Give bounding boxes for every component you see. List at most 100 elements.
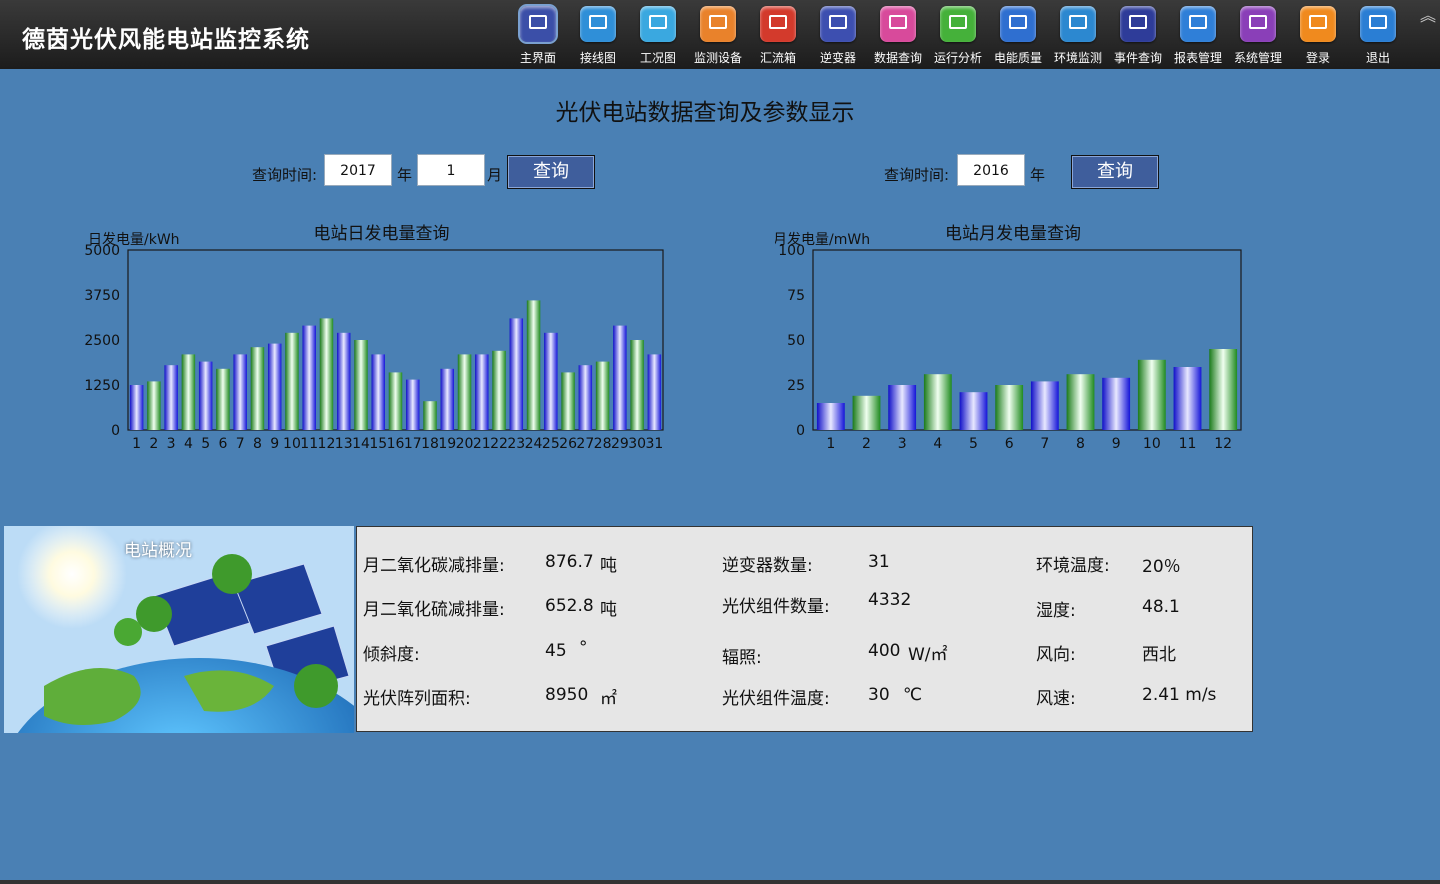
bar-10 xyxy=(1137,359,1166,430)
x-tick-label: 7 xyxy=(236,436,245,452)
nav-item-monitor-device[interactable]: 监测设备 xyxy=(688,2,748,68)
combiner-box-icon xyxy=(760,6,796,42)
x-tick-label: 14 xyxy=(352,436,370,452)
x-tick-label: 11 xyxy=(300,436,318,452)
bar-28 xyxy=(595,361,610,430)
x-tick-label: 3 xyxy=(167,436,176,452)
so2-label: 月二氧化硫减排量: xyxy=(363,600,505,620)
bar-6 xyxy=(216,368,230,430)
nav-item-event-query[interactable]: 事件查询 xyxy=(1108,2,1168,68)
event-query-icon xyxy=(1120,6,1156,42)
nav-item-report[interactable]: 报表管理 xyxy=(1168,2,1228,68)
area-value: 8950 xyxy=(545,685,589,705)
daily-year-unit: 年 xyxy=(397,166,413,184)
nav-item-environment[interactable]: 环境监测 xyxy=(1048,2,1108,68)
bottom-strip xyxy=(0,880,1440,884)
daily-query-label: 查询时间: xyxy=(252,166,318,184)
data-query-icon xyxy=(880,6,916,42)
humidity-label: 湿度: xyxy=(1036,601,1076,621)
daily-year-input[interactable]: 2017 xyxy=(324,154,392,186)
y-tick-label: 3750 xyxy=(84,288,120,304)
x-tick-label: 21 xyxy=(473,436,491,452)
bar-25 xyxy=(544,332,558,430)
bar-12 xyxy=(319,318,334,430)
bar-12 xyxy=(1209,349,1238,430)
nav-item-main-screen[interactable]: 主界面 xyxy=(508,2,568,68)
nav-item-logout[interactable]: 退出 xyxy=(1348,2,1408,68)
monthly-generation-chart: 电站月发电量查询月发电量/mWh02550751001 2 3 4 5 6 7 8 9 10 11 1… xyxy=(775,224,1242,452)
nav-item-combiner-box[interactable]: 汇流箱 xyxy=(748,2,808,68)
x-tick-label: 30 xyxy=(628,436,646,452)
run-analysis-icon xyxy=(940,6,976,42)
bar-30 xyxy=(630,340,644,430)
bar-20 xyxy=(457,354,472,430)
nav-item-run-analysis[interactable]: 运行分析 xyxy=(928,2,988,68)
y-tick-label: 25 xyxy=(787,378,805,394)
condition-icon xyxy=(640,6,676,42)
y-tick-label: 0 xyxy=(111,423,120,439)
bar-22 xyxy=(492,350,506,430)
nav-item-condition[interactable]: 工况图 xyxy=(628,2,688,68)
bar-9 xyxy=(1102,377,1131,430)
co2-unit: 吨 xyxy=(600,556,617,576)
x-tick-label: 9 xyxy=(1112,436,1121,452)
nav-item-power-quality[interactable]: 电能质量 xyxy=(988,2,1048,68)
x-tick-label: 5 xyxy=(969,436,978,452)
nav-item-wiring[interactable]: 接线图 xyxy=(568,2,628,68)
stats-panel: 月二氧化碳减排量: 876.7 吨 月二氧化硫减排量: 652.8 吨 倾斜度:… xyxy=(356,526,1253,732)
monitor-device-icon xyxy=(700,6,736,42)
bar-2 xyxy=(147,381,161,430)
monthly-year-input[interactable]: 2016 xyxy=(957,154,1025,186)
modules-label: 光伏组件数量: xyxy=(722,597,830,617)
collapse-chevron-icon[interactable]: ︽ xyxy=(1420,2,1436,26)
app-title: 德茵光伏风能电站监控系统 xyxy=(22,27,310,53)
nav-label: 退出 xyxy=(1365,51,1390,65)
co2-value: 876.7 xyxy=(545,552,594,572)
top-bar: 德茵光伏风能电站监控系统 主界面 接线图 工况图 监测设备 汇流箱 逆变器 数据查询 运行分析… xyxy=(0,0,1440,69)
irradiance-value: 400 xyxy=(868,641,901,661)
x-tick-label: 7 xyxy=(1040,436,1049,452)
x-tick-label: 20 xyxy=(456,436,474,452)
daily-query-button[interactable]: 查询 xyxy=(507,155,595,189)
module-temp-value: 30 xyxy=(868,685,890,705)
bar-4 xyxy=(923,374,952,430)
inverters-value: 31 xyxy=(868,552,890,572)
bar-24 xyxy=(526,300,541,430)
y-tick-label: 0 xyxy=(796,423,805,439)
monthly-query-button[interactable]: 查询 xyxy=(1071,155,1159,189)
inverter-icon xyxy=(820,6,856,42)
system-settings-icon xyxy=(1240,6,1276,42)
bar-7 xyxy=(233,354,247,430)
nav-item-login[interactable]: 登录 xyxy=(1288,2,1348,68)
page-title: 光伏电站数据查询及参数显示 xyxy=(555,100,855,126)
bar-11 xyxy=(302,325,316,430)
nav-item-data-query[interactable]: 数据查询 xyxy=(868,2,928,68)
nav-item-system-settings[interactable]: 系统管理 xyxy=(1228,2,1288,68)
daily-month-unit: 月 xyxy=(487,166,503,184)
bar-3 xyxy=(888,385,917,430)
x-tick-label: 22 xyxy=(490,436,508,452)
bar-29 xyxy=(613,325,627,430)
x-tick-label: 4 xyxy=(184,436,193,452)
wind-dir-value: 西北 xyxy=(1142,645,1176,665)
environment-icon xyxy=(1060,6,1096,42)
inverters-label: 逆变器数量: xyxy=(722,556,813,576)
x-tick-label: 19 xyxy=(438,436,456,452)
bar-18 xyxy=(423,401,437,430)
x-tick-label: 1 xyxy=(132,436,141,452)
x-tick-label: 17 xyxy=(404,436,422,452)
bar-23 xyxy=(509,318,524,430)
daily-month-input[interactable]: 1 xyxy=(417,154,485,186)
nav-item-inverter[interactable]: 逆变器 xyxy=(808,2,868,68)
co2-label: 月二氧化碳减排量: xyxy=(363,556,505,576)
bar-1 xyxy=(129,385,144,430)
x-tick-label: 27 xyxy=(576,436,594,452)
bar-13 xyxy=(336,332,351,430)
bar-5 xyxy=(959,392,988,430)
x-tick-label: 3 xyxy=(898,436,907,452)
bar-26 xyxy=(561,372,575,430)
wind-speed-label: 风速: xyxy=(1036,689,1076,709)
y-tick-label: 5000 xyxy=(84,243,120,259)
x-tick-label: 10 xyxy=(1143,436,1161,452)
bar-4 xyxy=(181,354,196,430)
